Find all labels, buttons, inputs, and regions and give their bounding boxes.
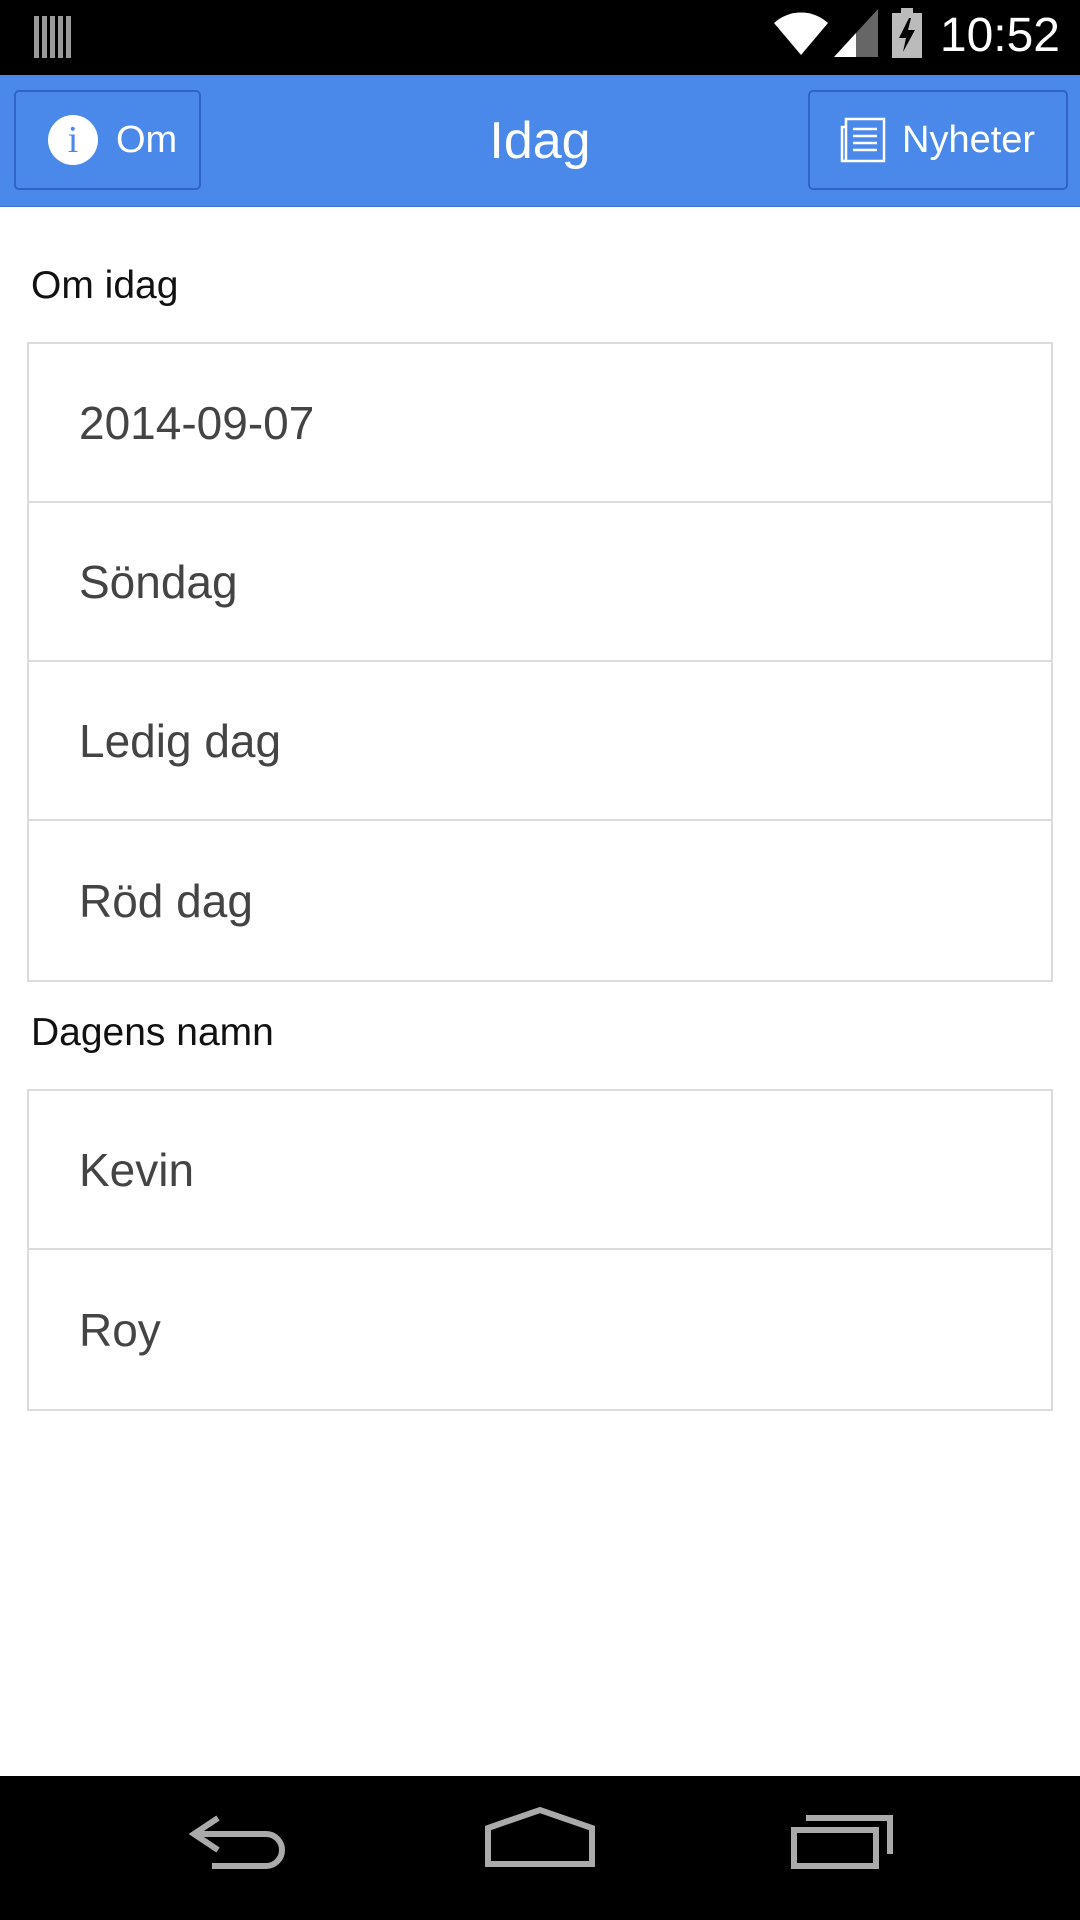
list-item-red-day[interactable]: Röd dag — [29, 821, 1051, 980]
list-item-name[interactable]: Roy — [29, 1250, 1051, 1409]
info-icon: i — [48, 115, 98, 165]
action-bar: Idag i Om Nyheter — [0, 75, 1080, 207]
list-item-name[interactable]: Kevin — [29, 1091, 1051, 1250]
signal-icon — [833, 9, 878, 62]
list-item-date[interactable]: 2014-09-07 — [29, 344, 1051, 503]
about-button[interactable]: i Om — [14, 90, 201, 190]
home-icon[interactable] — [484, 1806, 596, 1891]
section-heading-om-idag: Om idag — [31, 264, 179, 307]
section-heading-dagens-namn: Dagens namn — [31, 1011, 274, 1054]
status-indicators: 10:52 — [772, 8, 1060, 63]
list-item-day-off[interactable]: Ledig dag — [29, 662, 1051, 821]
today-info-list: 2014-09-07 Söndag Ledig dag Röd dag — [27, 342, 1053, 982]
notification-bars-icon — [34, 14, 72, 65]
wifi-icon — [772, 9, 830, 62]
news-button-label: Nyheter — [902, 118, 1036, 161]
news-icon — [840, 117, 886, 163]
name-day-list: Kevin Roy — [27, 1089, 1053, 1411]
battery-charging-icon — [891, 8, 922, 63]
news-button[interactable]: Nyheter — [808, 90, 1068, 190]
navigation-bar — [0, 1776, 1080, 1920]
list-item-weekday[interactable]: Söndag — [29, 503, 1051, 662]
recents-icon[interactable] — [790, 1806, 896, 1891]
status-clock: 10:52 — [939, 9, 1060, 62]
back-icon[interactable] — [188, 1806, 290, 1891]
status-bar: 10:52 — [0, 0, 1080, 75]
about-button-label: Om — [116, 118, 178, 161]
